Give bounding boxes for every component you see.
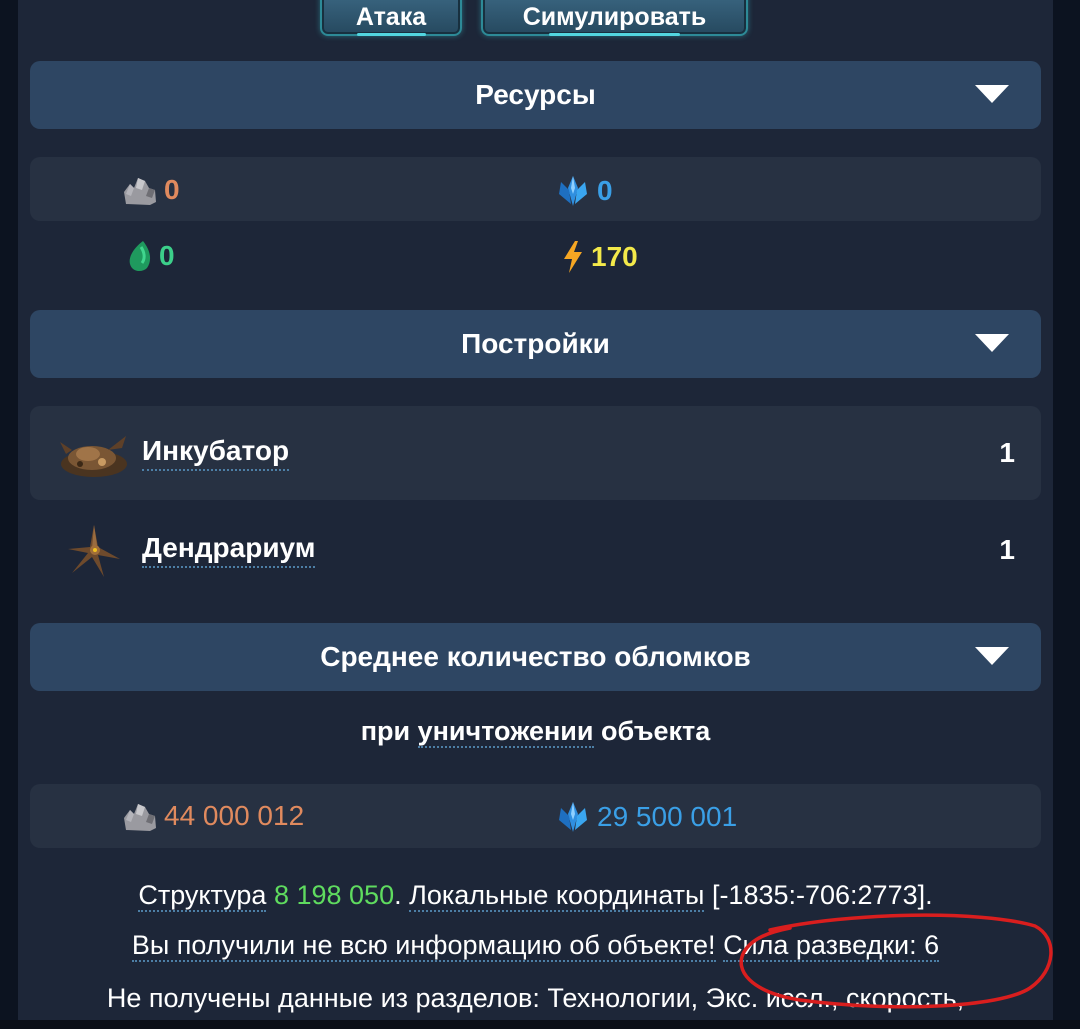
destruction-link[interactable]: уничтожении (417, 716, 594, 748)
crystal-icon (559, 802, 587, 832)
local-coordinates-label[interactable]: Локальные координаты (409, 880, 705, 912)
metal-value: 0 (164, 174, 180, 205)
buildings-header-label: Постройки (461, 328, 610, 359)
buildings-section-header[interactable]: Постройки (30, 310, 1041, 378)
debris-crystal-value: 29 500 001 (597, 801, 738, 832)
attack-button[interactable]: Атака (320, 0, 462, 36)
structure-value: 8 198 050 (273, 880, 395, 910)
organics-drop-icon (129, 241, 151, 272)
simulate-button[interactable]: Симулировать (481, 0, 748, 36)
local-coordinates-value: [-1835:-706:2773] (711, 880, 926, 910)
incubator-building-icon (60, 436, 127, 477)
metal-ore-icon (124, 178, 156, 205)
debris-crystal: 29 500 001 (555, 800, 737, 834)
chevron-down-icon[interactable] (975, 85, 1009, 103)
metal-resource: 0 (122, 174, 180, 206)
structure-label[interactable]: Структура (138, 880, 267, 912)
building-count-dendrarium: 1 (999, 534, 1015, 565)
energy-resource: 170 (561, 239, 638, 275)
structure-line: Структура 8 198 050. Локальные координат… (138, 880, 933, 912)
lightning-icon (564, 241, 582, 273)
organics-resource: 0 (127, 239, 175, 273)
debris-header-label: Среднее количество обломков (320, 641, 751, 672)
building-count-incubator: 1 (999, 437, 1015, 468)
resources-section-header[interactable]: Ресурсы (30, 61, 1041, 129)
resources-box (30, 157, 1041, 221)
chevron-down-icon[interactable] (975, 647, 1009, 665)
debris-section-header[interactable]: Среднее количество обломков (30, 623, 1041, 691)
bottom-edge (0, 1020, 1080, 1029)
dendrarium-building-icon (68, 525, 120, 577)
red-annotation-circle (739, 913, 1053, 1009)
building-row-incubator: Инкубатор 1 (30, 406, 1041, 500)
energy-value: 170 (591, 241, 638, 272)
organics-value: 0 (159, 240, 175, 271)
metal-ore-icon (124, 804, 156, 831)
debris-metal-value: 44 000 012 (164, 800, 305, 831)
resources-header-label: Ресурсы (475, 79, 596, 110)
incomplete-info-text: Вы получили не всю информацию об объекте… (131, 930, 716, 962)
building-name-incubator[interactable]: Инкубатор (142, 435, 290, 471)
crystal-value: 0 (597, 175, 613, 206)
crystal-icon (559, 176, 587, 206)
chevron-down-icon[interactable] (975, 334, 1009, 352)
building-row-dendrarium: Дендрариум 1 (30, 503, 1041, 597)
crystal-resource: 0 (555, 174, 613, 208)
debris-subtitle: при уничтожении объекта (360, 716, 711, 748)
debris-metal: 44 000 012 (122, 800, 304, 832)
building-name-dendrarium[interactable]: Дендрариум (142, 532, 316, 568)
